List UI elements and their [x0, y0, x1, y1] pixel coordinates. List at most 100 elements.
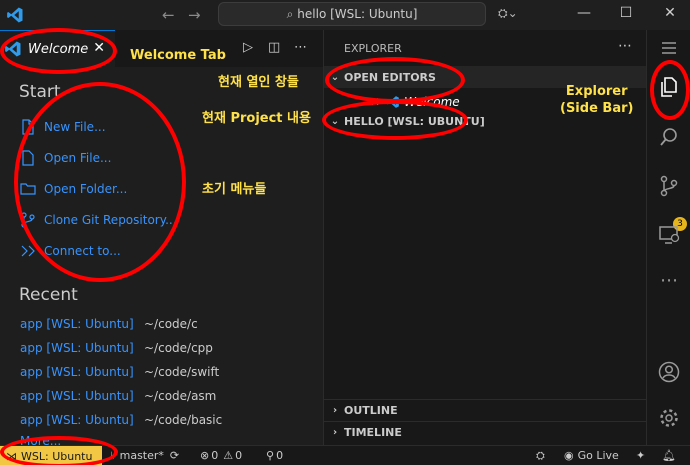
- copilot-status-icon[interactable]: ⛭: [536, 449, 545, 463]
- run-icon[interactable]: ▷: [243, 40, 253, 55]
- open-file-label: Open File...: [44, 151, 112, 165]
- recent-item[interactable]: app [WSL: Ubuntu] ~/code/swift: [20, 362, 219, 382]
- editor-area: Welcome ✕ ▷ ◫ ⋯ Start New File... Open F…: [0, 30, 323, 448]
- open-folder-link[interactable]: Open Folder...: [20, 178, 127, 200]
- chevron-down-icon: ⌄: [330, 115, 340, 127]
- timeline-section[interactable]: › TIMELINE: [324, 421, 647, 443]
- connect-to-label: Connect to...: [44, 244, 121, 258]
- tab-welcome[interactable]: Welcome ✕: [0, 30, 115, 67]
- git-branch-item[interactable]: ⑂ master* ⟳: [110, 449, 179, 462]
- close-icon[interactable]: ✕: [370, 95, 380, 109]
- more-actions-icon[interactable]: ⋯: [618, 38, 632, 54]
- recent-item[interactable]: app [WSL: Ubuntu] ~/code/asm: [20, 386, 216, 406]
- project-folder-label: HELLO [WSL: UBUNTU]: [344, 114, 485, 128]
- split-editor-icon[interactable]: ◫: [268, 40, 280, 55]
- go-live-label: Go Live: [577, 449, 619, 462]
- open-file-icon: [22, 150, 34, 166]
- new-file-link[interactable]: New File...: [20, 116, 106, 138]
- recent-item[interactable]: app [WSL: Ubuntu] ~/code/cpp: [20, 338, 213, 358]
- clone-git-link[interactable]: Clone Git Repository...: [20, 209, 177, 231]
- recent-path: ~/code/basic: [144, 413, 223, 427]
- source-control-icon[interactable]: [657, 174, 681, 198]
- gear-icon[interactable]: [657, 406, 681, 430]
- git-branch-icon: ⑂: [110, 449, 117, 462]
- new-file-label: New File...: [44, 120, 106, 134]
- go-live-item[interactable]: ◉ Go Live: [564, 449, 619, 462]
- remote-label: WSL: Ubuntu: [21, 449, 93, 463]
- open-file-link[interactable]: Open File...: [20, 147, 111, 169]
- arrow-left-icon[interactable]: ←: [162, 6, 175, 24]
- sync-icon[interactable]: ⟳: [170, 449, 179, 462]
- maximize-button[interactable]: ☐: [616, 5, 636, 21]
- folder-icon: [20, 183, 36, 195]
- account-icon[interactable]: [657, 360, 681, 384]
- ports-count: 0: [276, 449, 284, 462]
- open-editors-label: OPEN EDITORS: [344, 70, 436, 84]
- recent-name[interactable]: app [WSL: Ubuntu]: [20, 317, 144, 331]
- warning-icon: ⚠: [223, 449, 234, 462]
- recent-name[interactable]: app [WSL: Ubuntu]: [20, 341, 144, 355]
- copilot-icon[interactable]: ⛭⌄: [498, 6, 518, 21]
- minimize-button[interactable]: —: [574, 5, 594, 21]
- start-heading: Start: [19, 82, 61, 102]
- open-folder-label: Open Folder...: [44, 182, 128, 196]
- remote-icon: ⋊: [6, 449, 17, 463]
- vscode-logo-icon: [5, 41, 21, 57]
- error-icon: ⊗: [200, 449, 210, 462]
- annotation-welcome-tab: Welcome Tab: [130, 48, 226, 63]
- close-window-button[interactable]: ✕: [660, 5, 680, 21]
- outline-section[interactable]: › OUTLINE: [324, 399, 647, 421]
- annotation-explorer-line1: Explorer: [565, 84, 628, 99]
- new-file-icon: [22, 119, 34, 135]
- error-count: 0: [211, 449, 219, 462]
- open-editor-item[interactable]: ✕ Welcome: [370, 92, 460, 112]
- status-bar: ⋊ WSL: Ubuntu ⑂ master* ⟳ ⊗ 0 ⚠ 0 ⚲ 0 ⛭ …: [0, 445, 690, 465]
- remote-connect-icon: [21, 245, 35, 257]
- search-icon[interactable]: [657, 125, 681, 149]
- tab-label: Welcome: [28, 41, 89, 57]
- recent-name[interactable]: app [WSL: Ubuntu]: [20, 389, 144, 403]
- annotation-project-content: 현재 Project 내용: [202, 111, 311, 126]
- warning-count: 0: [235, 449, 243, 462]
- annotation-explorer-line2: (Side Bar): [560, 101, 634, 116]
- recent-path: ~/code/asm: [144, 389, 217, 403]
- annotation-explorer: Explorer (Side Bar): [560, 83, 633, 117]
- recent-path: ~/code/swift: [144, 365, 220, 379]
- timeline-label: TIMELINE: [344, 426, 402, 439]
- clone-git-label: Clone Git Repository...: [44, 213, 177, 227]
- command-center-search[interactable]: ⌕ hello [WSL: Ubuntu]: [218, 2, 486, 26]
- recent-path: ~/code/c: [144, 317, 198, 331]
- arrow-right-icon[interactable]: →: [188, 6, 201, 24]
- explorer-title: EXPLORER: [344, 42, 402, 55]
- menu-icon[interactable]: [657, 36, 681, 60]
- notifications-icon[interactable]: 🔔︎: [662, 449, 676, 462]
- vscode-logo-icon: [7, 7, 23, 23]
- ports-item[interactable]: ⚲ 0: [266, 449, 283, 462]
- recent-heading: Recent: [19, 285, 78, 305]
- close-icon[interactable]: ✕: [93, 40, 105, 56]
- git-clone-icon: [21, 212, 35, 228]
- chevron-down-icon: ⌄: [330, 71, 340, 83]
- broadcast-icon: ◉: [564, 449, 574, 462]
- search-icon: ⌕: [286, 6, 294, 21]
- recent-item[interactable]: app [WSL: Ubuntu] ~/code/basic: [20, 410, 222, 430]
- title-bar: ← → ⌕ hello [WSL: Ubuntu] ⛭⌄ — ☐ ✕: [0, 0, 690, 30]
- recent-name[interactable]: app [WSL: Ubuntu]: [20, 365, 144, 379]
- activity-bar: 3 ⋯: [646, 30, 690, 445]
- connect-to-link[interactable]: Connect to...: [20, 240, 121, 262]
- remote-indicator[interactable]: ⋊ WSL: Ubuntu: [0, 446, 102, 465]
- files-icon[interactable]: [657, 75, 681, 99]
- recent-path: ~/code/cpp: [144, 341, 213, 355]
- remote-explorer-icon[interactable]: [657, 223, 681, 247]
- annotation-open-windows: 현재 열인 창들: [218, 75, 299, 90]
- more-views-icon[interactable]: ⋯: [657, 270, 681, 294]
- recent-name[interactable]: app [WSL: Ubuntu]: [20, 413, 144, 427]
- problems-item[interactable]: ⊗ 0 ⚠ 0: [200, 449, 242, 462]
- ports-icon: ⚲: [266, 449, 275, 462]
- sparkle-icon[interactable]: ✦: [636, 449, 645, 462]
- command-center-label: hello [WSL: Ubuntu]: [297, 7, 418, 21]
- outline-label: OUTLINE: [344, 404, 398, 417]
- more-actions-icon[interactable]: ⋯: [294, 40, 307, 55]
- annotation-initial-menu: 초기 메뉴들: [202, 182, 267, 197]
- recent-item[interactable]: app [WSL: Ubuntu] ~/code/c: [20, 314, 198, 334]
